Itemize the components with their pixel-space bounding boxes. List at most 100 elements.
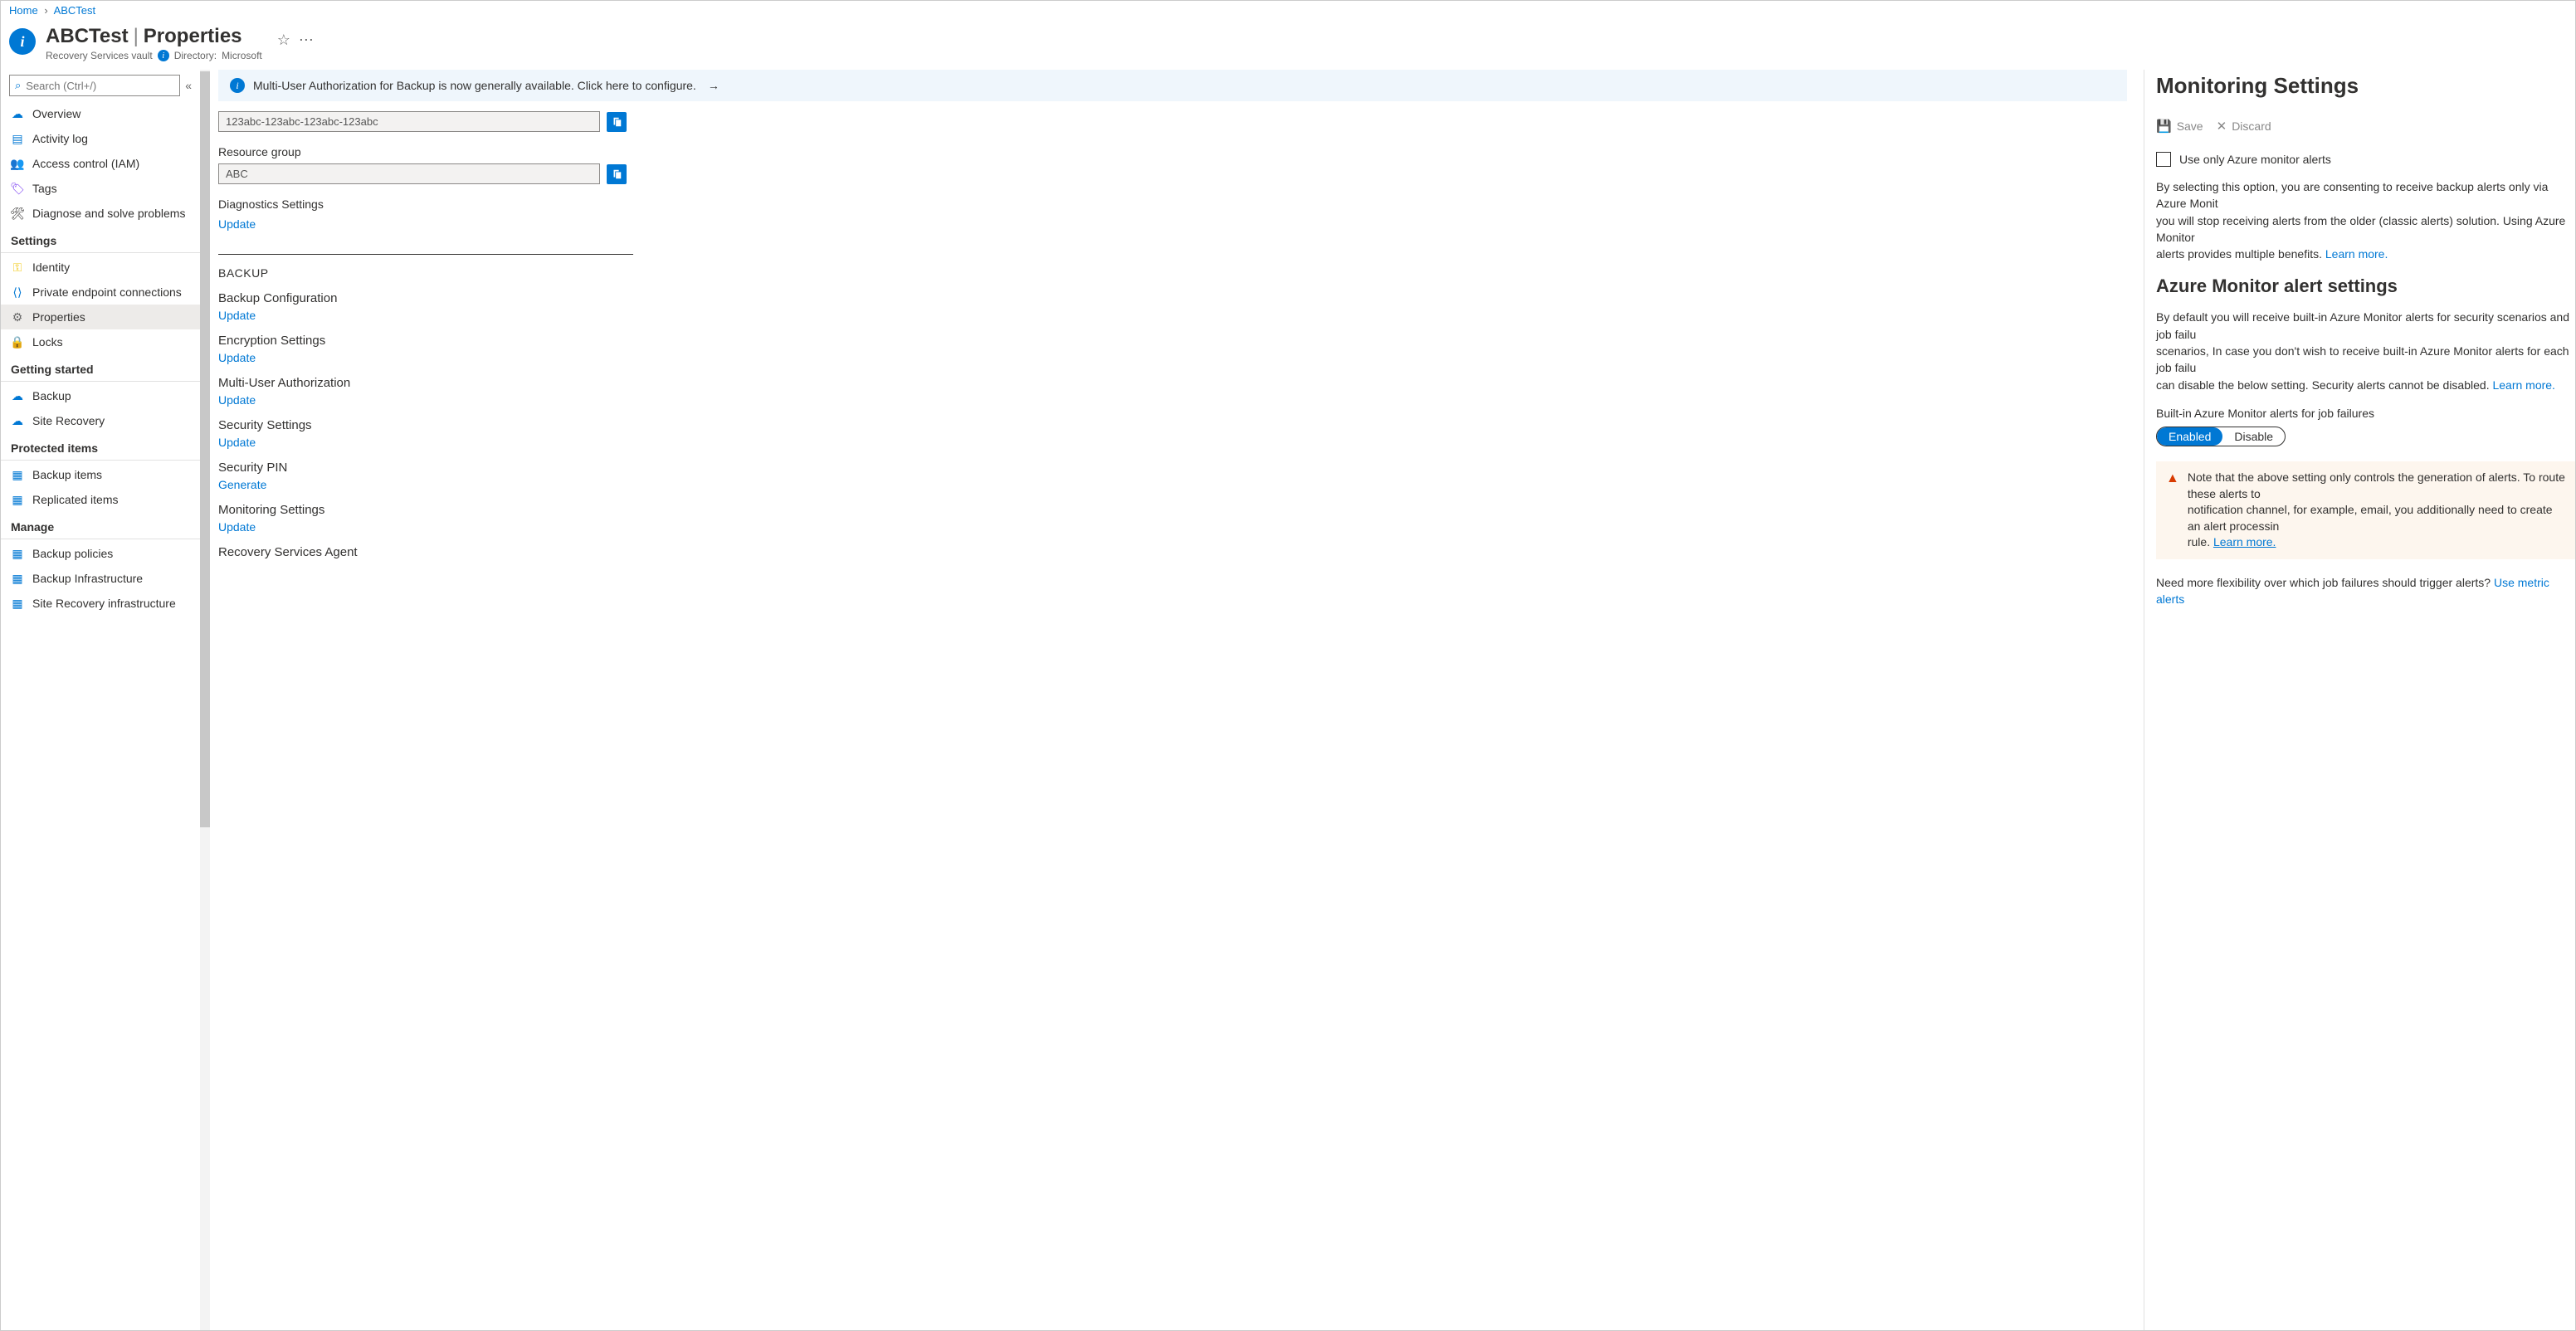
- text: rule.: [2188, 535, 2213, 548]
- log-icon: ▤: [11, 132, 24, 145]
- sidebar-item-diagnose[interactable]: 🛠 Diagnose and solve problems: [1, 201, 200, 226]
- prop-security: Security Settings Update: [218, 418, 2127, 449]
- sidebar-item-private-endpoint[interactable]: ⟨⟩ Private endpoint connections: [1, 280, 200, 305]
- scrollbar-thumb[interactable]: [200, 71, 210, 827]
- save-button[interactable]: 💾 Save: [2156, 119, 2203, 134]
- prop-title: Security PIN: [218, 461, 2127, 475]
- endpoint-icon: ⟨⟩: [11, 285, 24, 299]
- warning-icon: ▲: [2166, 470, 2179, 551]
- resource-id-field[interactable]: [218, 111, 600, 132]
- sidebar-item-label: Site Recovery infrastructure: [32, 597, 176, 610]
- backup-icon: ☁: [11, 389, 24, 402]
- banner-text: Multi-User Authorization for Backup is n…: [253, 79, 696, 92]
- main-scrollbar[interactable]: [200, 70, 210, 1330]
- tag-icon: 🏷: [11, 182, 24, 195]
- page-title: ABCTest|Properties: [46, 25, 262, 48]
- sidebar-item-identity[interactable]: ⚿ Identity: [1, 255, 200, 280]
- sidebar-nav[interactable]: ☁ Overview ▤ Activity log 👥 Access contr…: [1, 101, 200, 1330]
- backup-config-update-link[interactable]: Update: [218, 309, 256, 322]
- sidebar-item-label: Site Recovery: [32, 414, 105, 427]
- close-icon: ✕: [2217, 119, 2227, 134]
- use-only-azure-monitor-checkbox[interactable]: [2156, 152, 2171, 167]
- sidebar-item-label: Identity: [32, 261, 70, 274]
- learn-more-link-2[interactable]: Learn more.: [2492, 378, 2554, 392]
- sidebar-item-locks[interactable]: 🔒 Locks: [1, 329, 200, 354]
- learn-more-link-3[interactable]: Learn more.: [2213, 535, 2276, 548]
- sidebar-item-label: Tags: [32, 182, 57, 195]
- sidebar-item-backup-items[interactable]: ▦ Backup items: [1, 462, 200, 487]
- info-icon[interactable]: i: [158, 50, 169, 61]
- copy-rg-button[interactable]: [607, 164, 627, 184]
- discard-button[interactable]: ✕ Discard: [2217, 119, 2271, 134]
- main-content: i Multi-User Authorization for Backup is…: [210, 70, 2144, 1330]
- prop-title: Multi-User Authorization: [218, 376, 2127, 390]
- breadcrumb: Home › ABCTest: [1, 1, 2575, 20]
- info-banner[interactable]: i Multi-User Authorization for Backup is…: [218, 70, 2127, 101]
- sidebar-item-label: Backup policies: [32, 547, 113, 560]
- search-input[interactable]: [26, 80, 174, 92]
- sidebar-item-tags[interactable]: 🏷 Tags: [1, 176, 200, 201]
- breadcrumb-home[interactable]: Home: [9, 4, 38, 17]
- resource-group-field[interactable]: [218, 163, 600, 184]
- search-icon: ⌕: [15, 79, 21, 92]
- panel-toolbar: 💾 Save ✕ Discard: [2156, 114, 2575, 145]
- resource-icon: i: [9, 28, 36, 55]
- page-name: Properties: [144, 25, 242, 47]
- save-label: Save: [2177, 119, 2203, 133]
- info-icon: i: [230, 78, 245, 93]
- warning-note: ▲ Note that the above setting only contr…: [2156, 461, 2575, 559]
- text: By selecting this option, you are consen…: [2156, 180, 2548, 210]
- sidebar-item-label: Backup items: [32, 468, 102, 481]
- security-update-link[interactable]: Update: [218, 436, 256, 449]
- learn-more-link[interactable]: Learn more.: [2325, 247, 2388, 261]
- copy-id-button[interactable]: [607, 112, 627, 132]
- encryption-update-link[interactable]: Update: [218, 351, 256, 364]
- diagnostics-update-link[interactable]: Update: [218, 217, 256, 231]
- sidebar-item-activity-log[interactable]: ▤ Activity log: [1, 126, 200, 151]
- text: alerts provides multiple benefits.: [2156, 247, 2325, 261]
- sidebar-item-label: Replicated items: [32, 493, 119, 506]
- sidebar-item-backup-policies[interactable]: ▦ Backup policies: [1, 541, 200, 566]
- security-pin-generate-link[interactable]: Generate: [218, 478, 266, 491]
- panel-description-2: By default you will receive built-in Azu…: [2156, 309, 2575, 392]
- recovery-icon: ☁: [11, 414, 24, 427]
- sidebar-item-backup[interactable]: ☁ Backup: [1, 383, 200, 408]
- collapse-sidebar-icon[interactable]: «: [185, 79, 192, 92]
- prop-title: Recovery Services Agent: [218, 545, 2127, 559]
- metric-alerts-text: Need more flexibility over which job fai…: [2156, 574, 2575, 608]
- favorite-star-icon[interactable]: ☆: [277, 32, 290, 49]
- job-failure-alerts-toggle[interactable]: Enabled Disable: [2156, 427, 2286, 446]
- text: By default you will receive built-in Azu…: [2156, 310, 2569, 340]
- sidebar-item-label: Access control (IAM): [32, 157, 139, 170]
- sidebar-item-backup-infra[interactable]: ▦ Backup Infrastructure: [1, 566, 200, 591]
- search-input-wrapper[interactable]: ⌕: [9, 75, 180, 96]
- wrench-icon: 🛠: [11, 207, 24, 220]
- prop-title: Monitoring Settings: [218, 503, 2127, 517]
- sidebar-item-site-recovery[interactable]: ☁ Site Recovery: [1, 408, 200, 433]
- directory-value: Microsoft: [222, 50, 262, 61]
- sidebar-item-overview[interactable]: ☁ Overview: [1, 101, 200, 126]
- lock-icon: 🔒: [11, 335, 24, 349]
- sidebar-item-properties[interactable]: ⚙ Properties: [1, 305, 200, 329]
- toggle-enabled[interactable]: Enabled: [2157, 427, 2222, 446]
- grid-icon: ▦: [11, 493, 24, 506]
- panel-title: Monitoring Settings: [2156, 73, 2575, 99]
- monitoring-update-link[interactable]: Update: [218, 520, 256, 534]
- toggle-disable[interactable]: Disable: [2222, 427, 2285, 446]
- checkbox-label: Use only Azure monitor alerts: [2179, 153, 2331, 166]
- discard-label: Discard: [2232, 119, 2271, 133]
- sidebar-item-site-recovery-infra[interactable]: ▦ Site Recovery infrastructure: [1, 591, 200, 616]
- sidebar-item-access-control[interactable]: 👥 Access control (IAM): [1, 151, 200, 176]
- sidebar: ⌕ « ☁ Overview ▤ Activity log 👥 Access c…: [1, 70, 200, 1330]
- sidebar-item-replicated-items[interactable]: ▦ Replicated items: [1, 487, 200, 512]
- sidebar-item-label: Locks: [32, 335, 63, 349]
- directory-label: Directory:: [174, 50, 217, 61]
- more-icon[interactable]: ⋯: [299, 32, 314, 49]
- text: can disable the below setting. Security …: [2156, 378, 2492, 392]
- multiuser-update-link[interactable]: Update: [218, 393, 256, 407]
- breadcrumb-current[interactable]: ABCTest: [54, 4, 96, 17]
- prop-title: Backup Configuration: [218, 291, 2127, 305]
- sidebar-item-label: Backup: [32, 389, 71, 402]
- prop-backup-config: Backup Configuration Update: [218, 291, 2127, 322]
- cloud-icon: ☁: [11, 107, 24, 120]
